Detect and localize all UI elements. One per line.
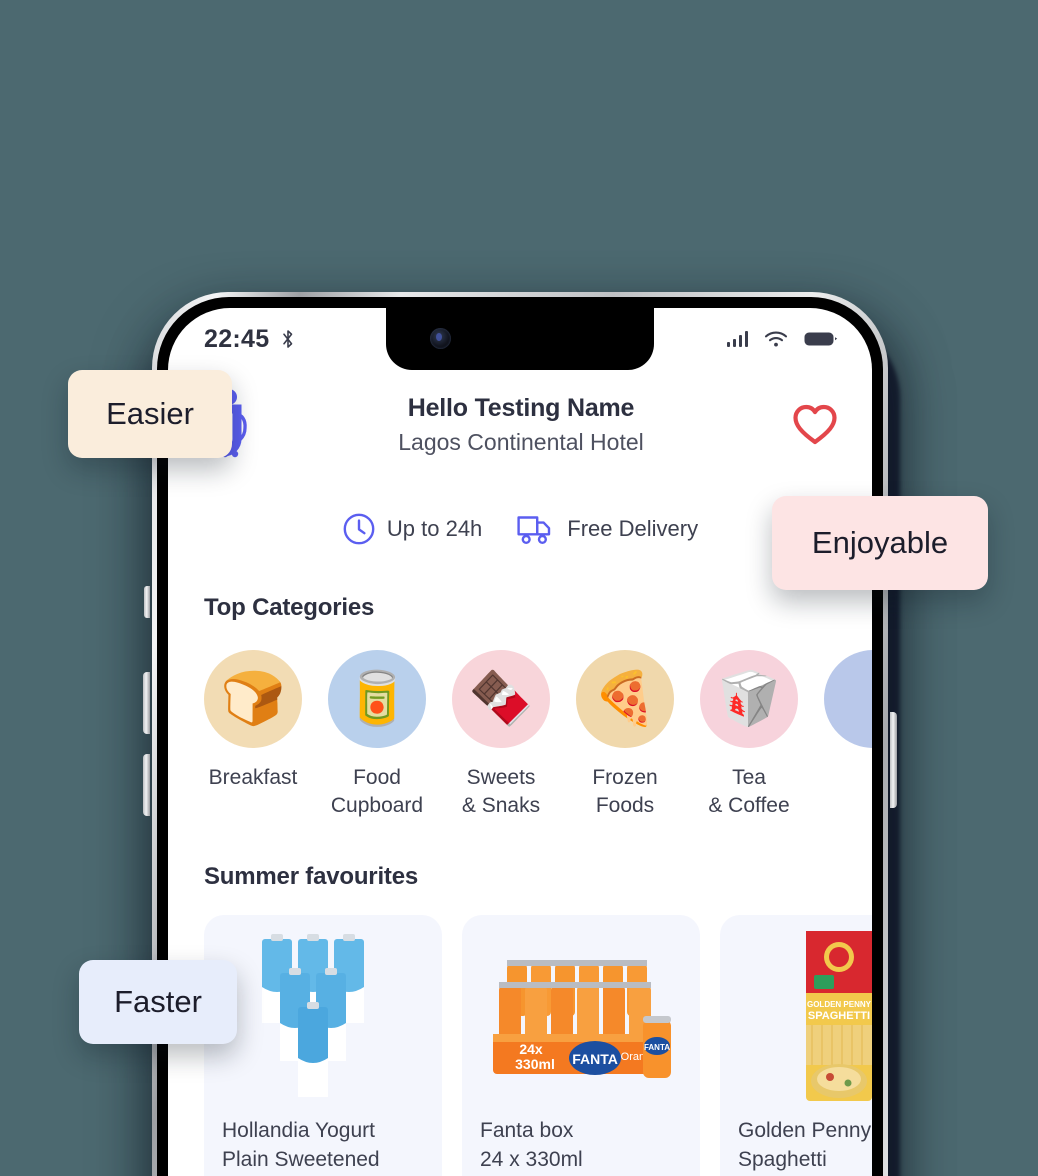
yogurt-cartons-icon — [222, 931, 424, 1103]
spaghetti-pack-icon: GOLDEN PENNY SPAGHETTI — [738, 931, 872, 1103]
category-label: Frozen Foods — [592, 766, 658, 817]
partial-category-circle — [824, 650, 872, 748]
tea-coffee-circle: 🥡 — [700, 650, 798, 748]
svg-text:330ml: 330ml — [515, 1056, 555, 1072]
greeting-title: Hello Testing Name — [407, 394, 635, 422]
phone-notch — [386, 308, 654, 370]
app-header: Hello Testing Name Lagos Continental Hot… — [168, 370, 872, 468]
product-strip[interactable]: Hollandia Yogurt Plain Sweetened ₦180 — [168, 891, 872, 1176]
favourite-button[interactable] — [782, 404, 838, 446]
svg-text:GOLDEN PENNY: GOLDEN PENNY — [807, 1000, 872, 1009]
phone-mockup: 22:45 Hello Testing Name Lagos Continent… — [143, 292, 908, 1176]
product-name: Hollandia Yogurt Plain Sweetened — [222, 1119, 380, 1171]
delivery-truck-icon — [517, 516, 551, 545]
battery-full-icon — [804, 332, 838, 346]
product-card[interactable]: Hollandia Yogurt Plain Sweetened ₦180 — [204, 915, 442, 1176]
category-item-tea-coffee[interactable]: 🥡 Tea & Coffee — [700, 650, 798, 819]
svg-text:24x: 24x — [519, 1041, 543, 1057]
status-time: 22:45 — [204, 324, 270, 353]
svg-text:FANTA: FANTA — [572, 1051, 618, 1067]
product-name: Fanta box 24 x 330ml — [480, 1119, 583, 1171]
top-categories-title: Top Categories — [204, 594, 375, 621]
badge-easier: Easier — [68, 370, 232, 458]
mute-switch-button[interactable] — [144, 586, 150, 618]
front-camera-icon — [430, 328, 451, 349]
bluetooth-icon — [283, 330, 293, 348]
food-cupboard-circle: 🥫 — [328, 650, 426, 748]
phone-bezel: 22:45 Hello Testing Name Lagos Continent… — [157, 297, 883, 1176]
category-item-frozen-foods[interactable]: 🍕 Frozen Foods — [576, 650, 674, 819]
category-label: Food Cupboard — [330, 766, 424, 817]
fanta-box-icon: FANTA 24x 330ml Orange FANTA — [480, 931, 682, 1103]
category-item-breakfast[interactable]: 🍞 Breakfast — [204, 650, 302, 819]
clock-icon — [343, 513, 375, 545]
canned-goods-icon: 🥫 — [344, 670, 410, 728]
heart-outline-icon — [793, 404, 837, 445]
delivery-info-row: Up to 24h Free Delivery — [168, 468, 872, 546]
category-item-sweets-snaks[interactable]: 🍫 Sweets & Snaks — [452, 650, 550, 819]
volume-up-button[interactable] — [143, 672, 150, 734]
phone-screen: 22:45 Hello Testing Name Lagos Continent… — [168, 308, 872, 1176]
phone-frame: 22:45 Hello Testing Name Lagos Continent… — [143, 292, 897, 1176]
category-item-partial[interactable] — [824, 650, 872, 819]
sweets-circle: 🍫 — [452, 650, 550, 748]
frozen-foods-circle: 🍕 — [576, 650, 674, 748]
summer-favourites-title: Summer favourites — [204, 863, 419, 891]
status-bar-left: 22:45 — [204, 325, 295, 354]
pizza-box-icon: 🍕 — [592, 670, 658, 728]
status-bar-right — [726, 330, 838, 348]
wifi-icon — [764, 331, 788, 347]
delivery-time-chip: Up to 24h — [342, 512, 482, 546]
product-name: Golden Penny Spaghetti — [738, 1119, 872, 1171]
power-button[interactable] — [890, 712, 897, 808]
badge-enjoyable: Enjoyable — [772, 496, 988, 590]
category-label: Sweets & Snaks — [461, 766, 541, 817]
volume-down-button[interactable] — [143, 754, 150, 816]
location-subtitle: Lagos Continental Hotel — [398, 429, 644, 455]
bread-slice-icon: 🍞 — [220, 670, 286, 728]
svg-text:SPAGHETTI: SPAGHETTI — [808, 1010, 870, 1022]
delivery-time-label: Up to 24h — [386, 516, 483, 541]
product-card[interactable]: FANTA 24x 330ml Orange FANTA Fanta box 2… — [462, 915, 700, 1176]
category-item-food-cupboard[interactable]: 🥫 Food Cupboard — [328, 650, 426, 819]
cellular-signal-icon — [726, 331, 748, 347]
coffee-bag-icon: 🥡 — [716, 670, 782, 728]
category-label: Tea & Coffee — [708, 766, 790, 817]
svg-text:FANTA: FANTA — [644, 1043, 670, 1052]
free-delivery-chip: Free Delivery — [516, 512, 698, 546]
category-label: Breakfast — [208, 766, 298, 789]
product-card[interactable]: GOLDEN PENNY SPAGHETTI Golden Penny Spag… — [720, 915, 872, 1176]
header-titles: Hello Testing Name Lagos Continental Hot… — [272, 394, 770, 456]
breakfast-circle: 🍞 — [204, 650, 302, 748]
badge-faster: Faster — [79, 960, 237, 1044]
category-strip[interactable]: 🍞 Breakfast 🥫 Food Cupboard 🍫 Sweets & S… — [168, 622, 872, 819]
chocolate-bar-icon: 🍫 — [468, 670, 534, 728]
free-delivery-label: Free Delivery — [567, 516, 699, 541]
